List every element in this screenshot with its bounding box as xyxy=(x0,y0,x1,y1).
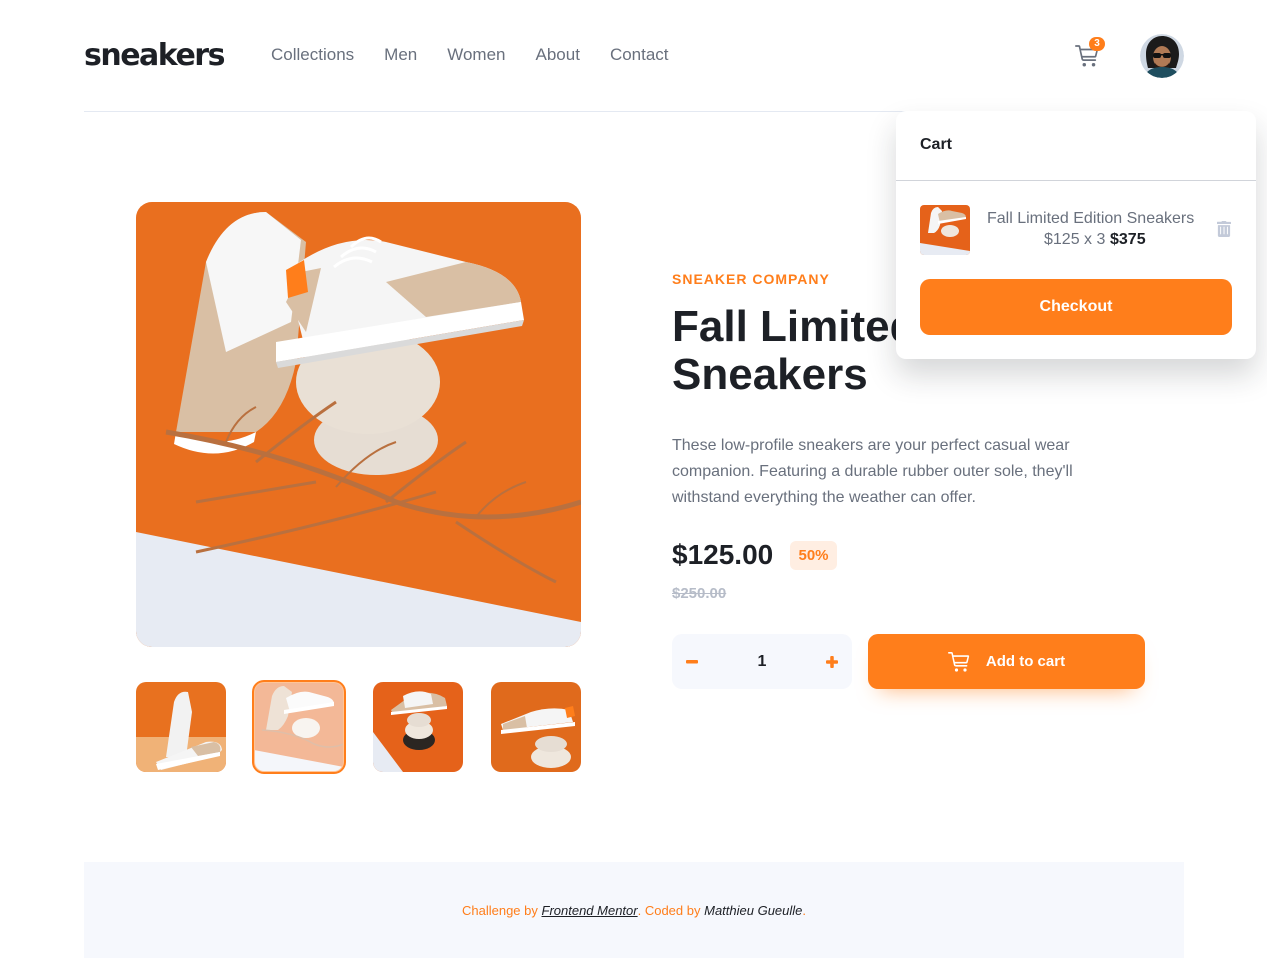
current-price: $125.00 xyxy=(672,539,774,570)
cart-icon xyxy=(947,651,970,672)
increase-quantity-button[interactable] xyxy=(812,634,852,689)
plus-icon xyxy=(826,655,838,668)
quantity-stepper xyxy=(672,634,852,689)
nav-contact[interactable]: Contact xyxy=(610,44,669,66)
site-header: sneakers Collections Men Women About Con… xyxy=(84,0,1184,112)
cart-item-thumbnail xyxy=(920,205,970,255)
avatar[interactable] xyxy=(1140,34,1184,78)
attribution: Challenge by Frontend Mentor. Coded by M… xyxy=(84,902,1184,920)
thumbnail-3-image xyxy=(373,682,463,772)
thumbnail-strip xyxy=(136,680,581,774)
attribution-suffix: . xyxy=(802,903,807,918)
cart-button[interactable]: 3 xyxy=(1075,37,1105,70)
author-name: Matthieu Gueulle xyxy=(704,903,803,918)
logo[interactable]: sneakers xyxy=(84,38,225,74)
minus-icon xyxy=(686,659,698,663)
nav-women[interactable]: Women xyxy=(447,44,505,66)
add-to-cart-button[interactable]: Add to cart xyxy=(868,634,1145,689)
trash-icon xyxy=(1216,220,1231,237)
thumbnail-1[interactable] xyxy=(136,682,226,772)
thumbnail-2-image xyxy=(254,682,344,772)
product-photo xyxy=(136,202,581,647)
nav-men[interactable]: Men xyxy=(384,44,417,66)
thumbnail-4-image xyxy=(491,682,581,772)
cart-dropdown: Cart Fall Limited Edition Sneakers $125 … xyxy=(896,111,1256,359)
company-label: SNEAKER COMPANY xyxy=(672,271,830,287)
nav-collections[interactable]: Collections xyxy=(271,44,354,66)
thumbnail-4[interactable] xyxy=(491,682,581,772)
product-main-image[interactable] xyxy=(136,202,581,647)
cart-count-badge: 3 xyxy=(1089,37,1105,51)
cart-divider xyxy=(896,180,1256,181)
frontend-mentor-link[interactable]: Frontend Mentor xyxy=(542,903,638,918)
thumbnail-3[interactable] xyxy=(373,682,463,772)
thumbnail-2[interactable] xyxy=(252,680,346,774)
cart-item-total: $375 xyxy=(1110,231,1146,248)
product-description: These low-profile sneakers are your perf… xyxy=(672,437,1073,506)
cart-item-name: Fall Limited Edition Sneakers xyxy=(987,210,1195,227)
cart-title: Cart xyxy=(920,136,953,153)
nav-about[interactable]: About xyxy=(536,44,580,66)
decrease-quantity-button[interactable] xyxy=(672,634,712,689)
checkout-button[interactable]: Checkout xyxy=(920,279,1232,335)
challenge-prefix: Challenge by xyxy=(461,903,538,918)
cart-item-image xyxy=(920,205,970,255)
coded-prefix: . Coded by xyxy=(637,903,701,918)
delete-item-button[interactable] xyxy=(1216,220,1233,239)
thumbnail-1-image xyxy=(136,682,226,772)
original-price: $250.00 xyxy=(672,585,727,602)
main-nav: Collections Men Women About Contact xyxy=(271,44,669,66)
avatar-image xyxy=(1140,34,1184,78)
quantity-input[interactable] xyxy=(712,634,812,689)
site-footer: Challenge by Frontend Mentor. Coded by M… xyxy=(84,862,1184,958)
discount-badge: 50% xyxy=(790,541,837,570)
cart-item-price-calc: $125 x 3 xyxy=(1044,231,1106,248)
add-to-cart-label: Add to cart xyxy=(985,653,1066,670)
